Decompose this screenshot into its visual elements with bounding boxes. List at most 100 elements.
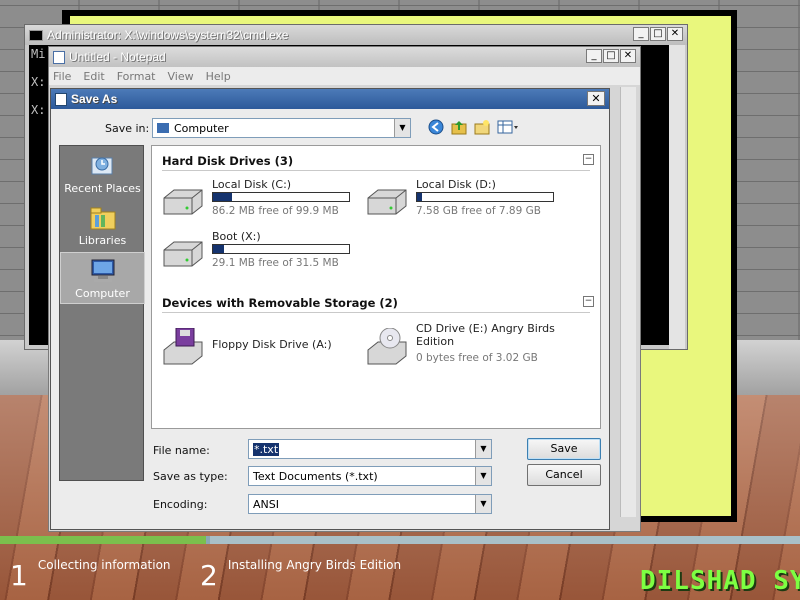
save-as-type-value: Text Documents (*.txt) xyxy=(253,469,378,483)
chevron-down-icon[interactable]: ▼ xyxy=(475,495,491,513)
notepad-window-buttons: _ □ ✕ xyxy=(586,49,636,63)
save-button[interactable]: Save xyxy=(527,438,601,460)
place-label: Recent Places xyxy=(64,182,141,195)
progress-step-1 xyxy=(0,536,206,544)
places-bar: Recent Places Libraries Computer xyxy=(59,145,145,481)
floppy-drive-icon xyxy=(160,327,206,365)
setup-step-1: 1 Collecting information xyxy=(10,548,171,590)
drive-free-space: 29.1 MB free of 31.5 MB xyxy=(212,257,339,269)
notepad-title: Untitled - Notepad xyxy=(69,50,166,64)
chevron-down-icon[interactable]: ▼ xyxy=(475,467,491,485)
drive-free-space: 86.2 MB free of 99.9 MB xyxy=(212,205,339,217)
view-menu-icon[interactable] xyxy=(497,119,521,135)
chevron-down-icon[interactable]: ▼ xyxy=(475,440,491,458)
drive-usage-fill xyxy=(417,193,423,201)
progress-step-2 xyxy=(210,536,800,544)
brand-watermark: DILSHAD SYS xyxy=(640,566,800,596)
save-in-combo[interactable]: Computer ▼ xyxy=(152,118,411,138)
setup-progress-bar xyxy=(0,536,800,544)
step-number: 1 xyxy=(10,559,28,592)
close-icon[interactable]: ✕ xyxy=(587,91,605,106)
group-divider xyxy=(162,170,590,171)
place-label: Libraries xyxy=(78,234,127,247)
minimize-icon[interactable]: _ xyxy=(586,49,602,63)
group-header-removable[interactable]: Devices with Removable Storage (2) xyxy=(162,296,398,310)
file-name-label: File name: xyxy=(153,444,210,457)
save-in-value: Computer xyxy=(174,121,229,135)
drive-name: Boot (X:) xyxy=(212,230,261,243)
notepad-icon xyxy=(53,50,65,64)
file-list[interactable]: Hard Disk Drives (3) − Local Disk (C:) 8… xyxy=(151,145,601,429)
notepad-scrollbar[interactable] xyxy=(620,87,636,517)
drive-item-a[interactable]: Floppy Disk Drive (A:) xyxy=(160,322,360,366)
drive-free-space: 0 bytes free of 3.02 GB xyxy=(416,352,538,364)
drive-item-d[interactable]: Local Disk (D:) 7.58 GB free of 7.89 GB xyxy=(364,178,564,222)
save-as-title-bar[interactable]: Save As xyxy=(51,89,609,109)
drive-item-e[interactable]: CD Drive (E:) Angry Birds Edition 0 byte… xyxy=(364,322,594,366)
place-recent-places[interactable]: Recent Places xyxy=(60,148,145,200)
drive-item-c[interactable]: Local Disk (C:) 86.2 MB free of 99.9 MB xyxy=(160,178,360,222)
place-computer[interactable]: Computer xyxy=(60,252,145,304)
save-as-dialog: Save As ✕ Save in: Computer ▼ Recent Pla… xyxy=(50,88,610,530)
encoding-value: ANSI xyxy=(253,497,279,511)
notepad-title-bar[interactable]: Untitled - Notepad xyxy=(49,47,640,67)
encoding-label: Encoding: xyxy=(153,498,208,511)
place-libraries[interactable]: Libraries xyxy=(60,200,145,252)
cmd-icon xyxy=(29,29,43,41)
up-folder-icon[interactable] xyxy=(451,119,467,135)
save-as-type-label: Save as type: xyxy=(153,470,228,483)
cd-drive-icon xyxy=(364,327,410,365)
drive-name: Floppy Disk Drive (A:) xyxy=(212,338,332,351)
cmd-scrollbar[interactable] xyxy=(669,45,685,349)
drive-name: CD Drive (E:) Angry Birds Edition xyxy=(416,322,555,348)
maximize-icon[interactable]: □ xyxy=(650,27,666,41)
drive-usage-bar xyxy=(212,244,350,254)
drive-free-space: 7.58 GB free of 7.89 GB xyxy=(416,205,541,217)
cmd-title: Administrator: X:\windows\system32\cmd.e… xyxy=(47,28,289,42)
chevron-down-icon[interactable]: ▼ xyxy=(394,119,410,137)
file-name-input[interactable]: *.txt ▼ xyxy=(248,439,492,459)
collapse-icon[interactable]: − xyxy=(583,154,594,165)
step-label: Installing Angry Birds Edition xyxy=(227,558,402,572)
drive-usage-bar xyxy=(416,192,554,202)
group-header-hard-disk[interactable]: Hard Disk Drives (3) xyxy=(162,154,293,168)
setup-step-2: 2 Installing Angry Birds Edition xyxy=(200,548,401,590)
computer-icon xyxy=(157,123,169,133)
menu-edit[interactable]: Edit xyxy=(83,70,104,83)
place-label: Computer xyxy=(75,287,130,300)
save-as-type-select[interactable]: Text Documents (*.txt) ▼ xyxy=(248,466,492,486)
drive-name: Local Disk (C:) xyxy=(212,178,292,191)
menu-help[interactable]: Help xyxy=(206,70,231,83)
cmd-window-buttons: _ □ ✕ xyxy=(633,27,683,41)
hard-disk-icon xyxy=(160,236,206,270)
back-icon[interactable] xyxy=(428,119,444,135)
libraries-icon xyxy=(88,204,118,232)
cmd-title-bar[interactable]: Administrator: X:\windows\system32\cmd.e… xyxy=(25,25,687,45)
menu-format[interactable]: Format xyxy=(117,70,156,83)
drive-name: Local Disk (D:) xyxy=(416,178,496,191)
encoding-select[interactable]: ANSI ▼ xyxy=(248,494,492,514)
hard-disk-icon xyxy=(364,184,410,218)
recent-places-icon xyxy=(88,152,118,180)
drive-usage-fill xyxy=(213,245,224,253)
file-name-value: *.txt xyxy=(253,442,280,456)
hard-disk-icon xyxy=(160,184,206,218)
drive-usage-fill xyxy=(213,193,233,201)
new-folder-icon[interactable] xyxy=(474,119,490,135)
step-number: 2 xyxy=(200,559,218,592)
collapse-icon[interactable]: − xyxy=(583,296,594,307)
drive-item-x[interactable]: Boot (X:) 29.1 MB free of 31.5 MB xyxy=(160,230,360,274)
cancel-button[interactable]: Cancel xyxy=(527,464,601,486)
maximize-icon[interactable]: □ xyxy=(603,49,619,63)
drive-usage-bar xyxy=(212,192,350,202)
group-divider xyxy=(162,312,590,313)
dialog-icon xyxy=(55,92,67,106)
close-icon[interactable]: ✕ xyxy=(620,49,636,63)
minimize-icon[interactable]: _ xyxy=(633,27,649,41)
notepad-menubar: File Edit Format View Help xyxy=(49,67,640,85)
close-icon[interactable]: ✕ xyxy=(667,27,683,41)
menu-view[interactable]: View xyxy=(168,70,194,83)
save-in-label: Save in: xyxy=(105,122,150,135)
menu-file[interactable]: File xyxy=(53,70,71,83)
save-as-title: Save As xyxy=(71,92,118,106)
